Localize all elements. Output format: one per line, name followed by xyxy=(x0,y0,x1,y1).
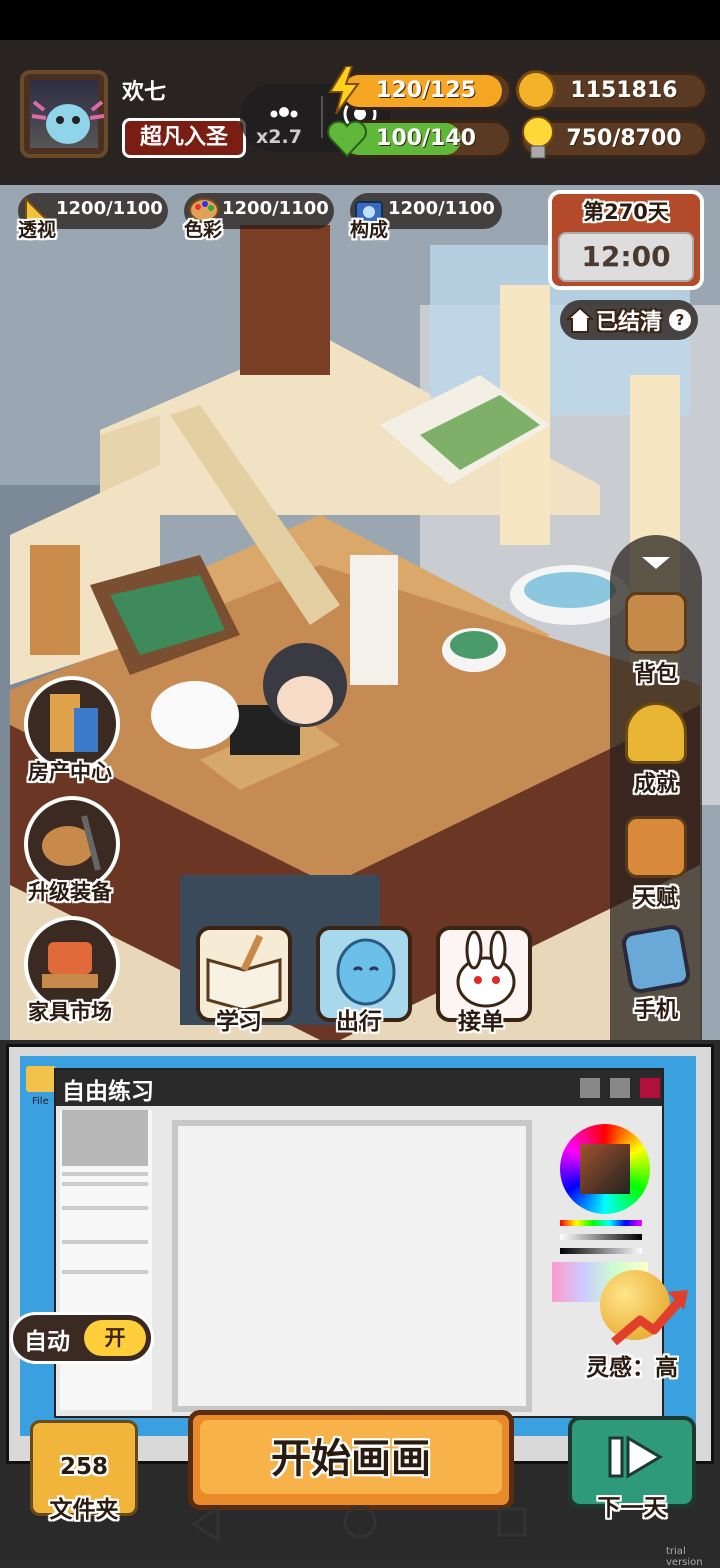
lightbulb-icon xyxy=(518,114,558,166)
lightning-icon xyxy=(326,65,362,118)
talent-book-icon xyxy=(625,816,687,878)
axolotl-avatar-icon xyxy=(30,80,104,148)
minimize-button[interactable] xyxy=(580,1078,600,1098)
talent-button[interactable]: 天赋 xyxy=(612,816,700,912)
window-title: 自由练习 xyxy=(62,1079,154,1105)
real-estate-label: 房产中心 xyxy=(28,760,112,784)
skill-value: 1200/1100 xyxy=(388,198,495,219)
brush-preview xyxy=(62,1110,148,1166)
trial-watermark: trial version xyxy=(666,1546,703,1568)
property-slider[interactable] xyxy=(62,1240,148,1244)
skill-composition[interactable]: 1200/1100 构成 xyxy=(350,193,502,241)
folder-icon xyxy=(26,1066,56,1092)
back-nav-icon[interactable] xyxy=(188,1504,224,1544)
phone-button[interactable]: 手机 xyxy=(612,923,700,1024)
home-nav-icon[interactable] xyxy=(340,1502,380,1542)
skill-perspective[interactable]: 1200/1100 透视 xyxy=(18,193,168,241)
skill-color[interactable]: 1200/1100 色彩 xyxy=(184,193,334,241)
saturation-slider[interactable] xyxy=(560,1234,642,1240)
auto-label: 自动 xyxy=(24,1329,70,1355)
status-bar xyxy=(0,0,720,40)
file-menu: File xyxy=(32,1096,49,1107)
skill-label: 透视 xyxy=(18,219,57,241)
building-icon xyxy=(50,694,98,752)
backpack-label: 背包 xyxy=(633,662,678,687)
skill-label: 色彩 xyxy=(184,219,223,241)
furniture-market-label: 家具市场 xyxy=(28,1000,112,1024)
payment-status-label: 已结清 xyxy=(596,310,663,335)
travel-label: 出行 xyxy=(336,1009,382,1035)
trend-up-arrow-icon xyxy=(611,1290,688,1346)
achievement-button[interactable]: 成就 xyxy=(612,702,700,798)
skip-forward-icon xyxy=(608,1435,663,1479)
help-icon[interactable]: ? xyxy=(668,308,692,332)
talent-label: 天赋 xyxy=(633,886,678,911)
hue-slider[interactable] xyxy=(560,1220,642,1226)
trophy-icon xyxy=(625,702,687,764)
take-order-label: 接单 xyxy=(458,1009,504,1035)
folder-count: 258 xyxy=(59,1454,108,1480)
player-avatar[interactable] xyxy=(20,70,108,158)
clock-time: 12:00 xyxy=(558,232,694,282)
color-picker-square[interactable] xyxy=(580,1144,630,1194)
player-name: 欢七 xyxy=(122,80,167,105)
auto-state[interactable]: 开 xyxy=(84,1320,146,1356)
property-slider[interactable] xyxy=(62,1206,148,1210)
day-counter: 第270天 xyxy=(583,200,669,224)
svg-text:?: ? xyxy=(676,311,685,329)
start-painting-label: 开始画画 xyxy=(271,1436,431,1482)
system-nav-bar xyxy=(0,1496,720,1560)
close-button[interactable] xyxy=(640,1078,660,1098)
heart-icon xyxy=(326,118,368,164)
phone-icon xyxy=(620,923,692,995)
speed-multiplier[interactable]: x2.7 xyxy=(256,126,302,148)
inspiration-level: 灵感：高 xyxy=(586,1355,678,1381)
collapse-arrow-icon[interactable] xyxy=(640,555,672,571)
paint-brush-icon xyxy=(42,815,101,871)
skill-value: 1200/1100 xyxy=(222,198,329,219)
backpack-button[interactable]: 背包 xyxy=(612,592,700,688)
maximize-button[interactable] xyxy=(610,1078,630,1098)
skill-value: 1200/1100 xyxy=(56,198,163,219)
skill-label: 构成 xyxy=(350,219,389,241)
property-slider[interactable] xyxy=(62,1270,148,1274)
recents-nav-icon[interactable] xyxy=(494,1504,530,1540)
study-label: 学习 xyxy=(216,1009,262,1035)
tool-properties-panel xyxy=(60,1110,152,1410)
property-slider[interactable] xyxy=(62,1172,148,1176)
player-title-badge: 超凡入圣 xyxy=(122,118,246,158)
value-slider[interactable] xyxy=(560,1248,642,1254)
property-slider[interactable] xyxy=(62,1182,148,1186)
house-icon xyxy=(566,306,594,333)
energy-value: 120/125 xyxy=(376,78,476,103)
upgrade-gear-label: 升级装备 xyxy=(28,880,112,904)
drawing-canvas[interactable] xyxy=(172,1120,532,1412)
coins-value: 1151816 xyxy=(570,78,678,103)
tv-desk-icon xyxy=(42,942,98,988)
energy-bar: 120/125 xyxy=(340,72,512,110)
coin-icon xyxy=(516,70,556,110)
phone-label: 手机 xyxy=(633,998,678,1023)
achievement-label: 成就 xyxy=(633,772,678,797)
backpack-icon xyxy=(625,592,687,654)
inspiration-points-value: 750/8700 xyxy=(566,126,682,151)
